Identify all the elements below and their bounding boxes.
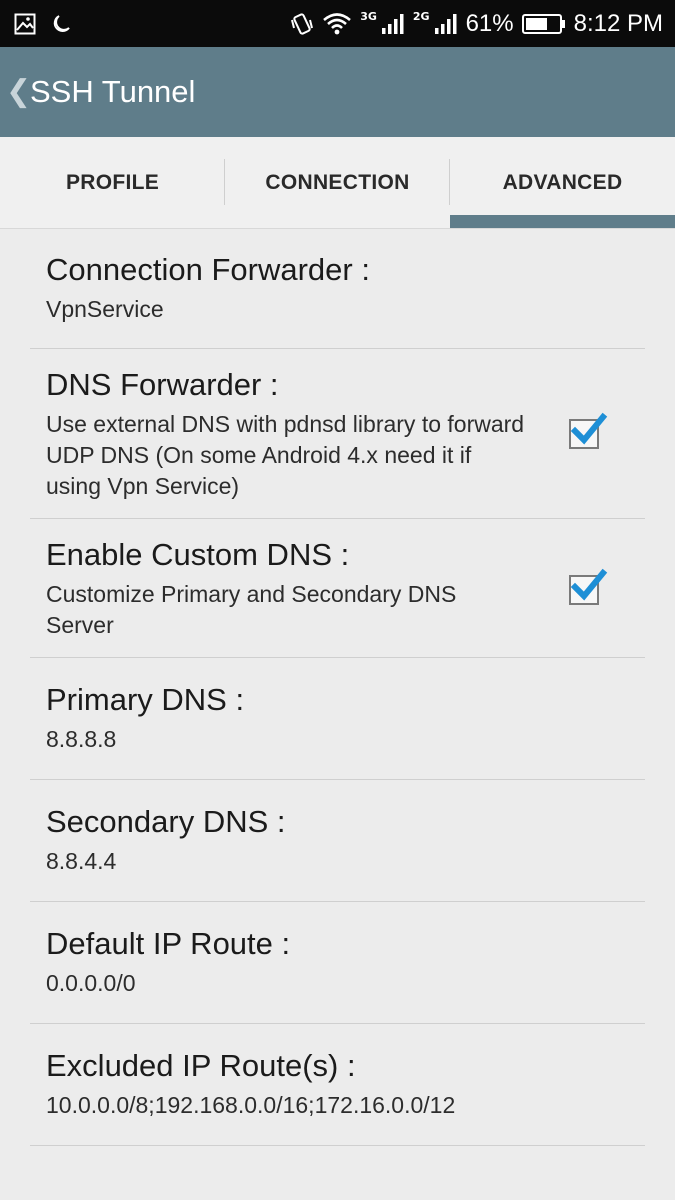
back-chevron-icon[interactable]: ❮ [6, 77, 31, 107]
battery-icon [521, 13, 566, 35]
setting-value: Use external DNS with pdnsd library to f… [46, 411, 525, 499]
setting-title: Primary DNS : [46, 682, 245, 717]
setting-connection-forwarder[interactable]: Connection Forwarder : VpnService [30, 228, 645, 349]
app-title[interactable]: SSH Tunnel [30, 74, 195, 110]
setting-title: Connection Forwarder : [46, 252, 370, 287]
settings-list: Connection Forwarder : VpnService DNS Fo… [30, 228, 645, 1146]
setting-title: Secondary DNS : [46, 804, 286, 839]
tab-profile[interactable]: PROFILE [0, 137, 225, 228]
dns-forwarder-checkbox[interactable] [569, 412, 608, 449]
setting-value: Customize Primary and Secondary DNS Serv… [46, 581, 457, 638]
status-bar: 3G 2G 61% 8:12 PM [0, 0, 675, 47]
tab-advanced[interactable]: ADVANCED [450, 137, 675, 228]
custom-dns-checkbox[interactable] [569, 568, 608, 605]
setting-primary-dns[interactable]: Primary DNS : 8.8.8.8 [30, 658, 645, 780]
network-type-label: 3G [360, 10, 377, 23]
clock: 8:12 PM [573, 9, 663, 37]
setting-value: 10.0.0.0/8;192.168.0.0/16;172.16.0.0/12 [46, 1092, 456, 1118]
setting-value: 8.8.4.4 [46, 848, 117, 874]
setting-title: Enable Custom DNS : [46, 537, 350, 572]
setting-value: VpnService [46, 296, 164, 322]
image-icon [14, 13, 36, 35]
moon-icon [50, 13, 72, 35]
signal-2g-icon [434, 13, 458, 35]
battery-percent: 61% [465, 9, 514, 37]
setting-default-ip-route[interactable]: Default IP Route : 0.0.0.0/0 [30, 902, 645, 1024]
setting-value: 0.0.0.0/0 [46, 970, 136, 996]
setting-title: Excluded IP Route(s) : [46, 1048, 356, 1083]
setting-value: 8.8.8.8 [46, 726, 117, 752]
setting-excluded-ip-routes[interactable]: Excluded IP Route(s) : 10.0.0.0/8;192.16… [30, 1024, 645, 1146]
setting-title: DNS Forwarder : [46, 367, 279, 402]
tab-label: PROFILE [65, 170, 160, 194]
app-bar: ❮ SSH Tunnel [0, 47, 675, 137]
signal-3g-icon [381, 13, 405, 35]
setting-secondary-dns[interactable]: Secondary DNS : 8.8.4.4 [30, 780, 645, 902]
network-type-label: 2G [412, 10, 430, 23]
tab-label: ADVANCED [502, 170, 623, 194]
setting-title: Default IP Route : [46, 926, 291, 961]
setting-enable-custom-dns[interactable]: Enable Custom DNS : Customize Primary an… [30, 519, 645, 658]
tab-bar: PROFILE CONNECTION ADVANCED [0, 137, 675, 229]
tab-connection[interactable]: CONNECTION [225, 137, 450, 228]
vibrate-icon [290, 11, 314, 37]
wifi-icon [322, 12, 352, 36]
tab-selected-indicator [450, 215, 675, 228]
setting-dns-forwarder[interactable]: DNS Forwarder : Use external DNS with pd… [30, 349, 645, 519]
tab-label: CONNECTION [265, 170, 410, 194]
